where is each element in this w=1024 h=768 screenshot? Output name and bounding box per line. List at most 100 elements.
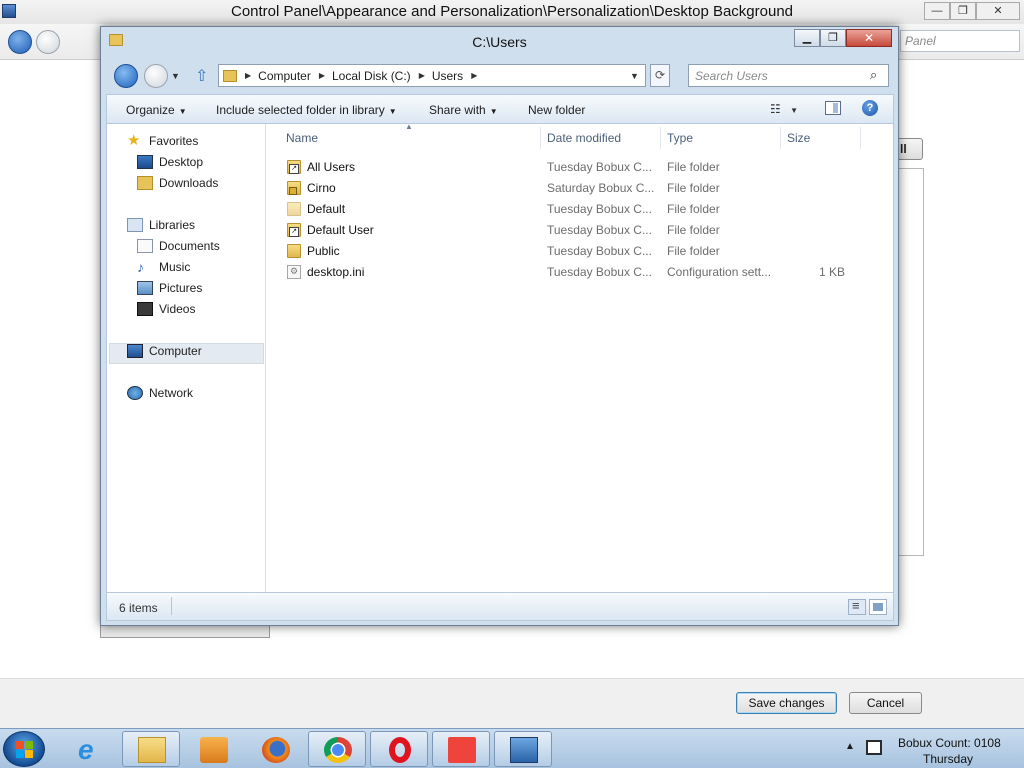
column-divider[interactable] [540,127,541,149]
breadcrumb-separator-icon[interactable]: ▶ [419,71,425,80]
taskbar-firefox[interactable] [246,731,304,767]
change-view-icon[interactable]: ☷ ▼ [770,102,798,116]
organize-button[interactable]: Organize ▼ [126,103,187,117]
explorer-window: C:\Users ▁ ❐ ✕ ▼ ⇧ ▶ Computer ▶ Local Di… [100,26,899,626]
firefox-icon [262,737,290,763]
nav-videos[interactable]: Videos [137,302,195,316]
refresh-button[interactable]: ⟳ [650,64,670,87]
breadcrumb-separator-icon[interactable]: ▶ [319,71,325,80]
command-bar: Organize ▼ Include selected folder in lib… [106,94,894,124]
file-name: Default [307,202,346,216]
minimize-button[interactable]: — [924,2,950,20]
preview-pane-icon[interactable] [825,101,841,115]
file-type: File folder [667,181,720,195]
new-folder-button[interactable]: New folder [528,103,585,117]
chevron-down-icon: ▼ [178,107,187,116]
nav-desktop[interactable]: Desktop [137,155,203,169]
save-changes-button[interactable]: Save changes [736,692,837,714]
cancel-button[interactable]: Cancel [849,692,922,714]
taskbar-control-panel[interactable] [494,731,552,767]
details-view-icon[interactable] [848,598,866,615]
explorer-minimize-button[interactable]: ▁ [794,29,820,47]
close-button[interactable]: ✕ [976,2,1020,20]
nav-pictures[interactable]: Pictures [137,281,202,295]
start-button[interactable] [3,731,45,767]
nav-computer[interactable]: Computer [127,344,202,358]
file-type: File folder [667,223,720,237]
column-header-size[interactable]: Size [787,131,810,145]
recent-pages-chevron-icon[interactable]: ▼ [171,71,180,81]
nav-libraries-label: Libraries [149,218,196,232]
back-button[interactable] [8,30,32,54]
search-icon[interactable]: ⌕ [870,67,877,83]
show-hidden-icons-icon[interactable]: ▲ [845,741,855,752]
clock-line-2[interactable]: Thursday [923,752,973,766]
maximize-button[interactable]: ❐ [950,2,976,20]
up-arrow-icon[interactable]: ⇧ [195,66,208,86]
breadcrumb-local-disk[interactable]: Local Disk (C:) [332,69,411,83]
network-status-icon[interactable] [866,740,882,755]
clock-line-1[interactable]: Bobux Count: 0108 [898,736,1001,750]
computer-icon [127,344,143,358]
nav-music[interactable]: ♪ Music [137,260,190,274]
breadcrumb-computer[interactable]: Computer [258,69,311,83]
nav-libraries[interactable]: Libraries [127,218,195,232]
forward-button[interactable] [36,30,60,54]
file-type: File folder [667,244,720,258]
music-icon: ♪ [137,259,144,275]
folder-icon [223,69,237,82]
navigation-pane: ★ Favorites Desktop Downloads Libraries … [107,124,266,592]
file-name: desktop.ini [307,265,365,279]
explorer-close-button[interactable]: ✕ [846,29,892,47]
select-all-button[interactable]: ll [897,138,923,160]
large-icons-view-icon[interactable] [869,599,887,615]
column-divider[interactable] [780,127,781,149]
nav-downloads[interactable]: Downloads [137,176,218,190]
help-icon[interactable]: ? [862,100,878,116]
column-header-type[interactable]: Type [667,131,693,145]
file-type: File folder [667,202,720,216]
settings-file-icon [287,265,301,279]
search-input[interactable]: Search Users [688,64,889,87]
explorer-forward-button[interactable] [144,64,168,88]
table-row[interactable]: Default Tuesday Bobux C... File folder [267,199,867,220]
nav-network[interactable]: Network [127,386,193,400]
address-dropdown-icon[interactable]: ▼ [630,71,639,81]
taskbar-anydesk[interactable] [432,731,490,767]
system-tray: ▲ Bobux Count: 0108 Thursday [840,731,1024,767]
breadcrumb-separator-icon[interactable]: ▶ [471,71,477,80]
breadcrumb-separator-icon[interactable]: ▶ [245,71,251,80]
table-row[interactable]: desktop.ini Tuesday Bobux C... Configura… [267,262,867,283]
taskbar-opera[interactable] [370,731,428,767]
star-icon: ★ [127,132,141,149]
taskbar-windows-explorer[interactable] [122,731,180,767]
taskbar-media-player[interactable] [184,731,242,767]
share-with-button[interactable]: Share with ▼ [429,103,498,117]
column-divider[interactable] [860,127,861,149]
column-header-date[interactable]: Date modified [547,131,621,145]
breadcrumb-users[interactable]: Users [432,69,463,83]
column-header-name[interactable]: Name [286,131,318,145]
control-panel-search-input[interactable]: Panel [900,30,1020,52]
item-count: 6 items [119,601,158,615]
table-row[interactable]: Public Tuesday Bobux C... File folder [267,241,867,262]
explorer-title: C:\Users [472,34,527,50]
taskbar-internet-explorer[interactable]: e [62,731,120,767]
address-bar[interactable]: ▶ Computer ▶ Local Disk (C:) ▶ Users ▶ [218,64,646,87]
taskbar-chrome[interactable] [308,731,366,767]
explorer-back-button[interactable] [114,64,138,88]
explorer-maximize-button[interactable]: ❐ [820,29,846,47]
share-label: Share with [429,103,486,117]
file-date: Tuesday Bobux C... [547,160,652,174]
status-bar: 6 items [106,593,894,621]
nav-pictures-label: Pictures [159,281,203,295]
taskbar: e ▲ Bobux Count: 0108 Thursday [0,728,1024,768]
table-row[interactable]: All Users Tuesday Bobux C... File folder [267,157,867,178]
include-in-library-button[interactable]: Include selected folder in library ▼ [216,103,397,117]
table-row[interactable]: Default User Tuesday Bobux C... File fol… [267,220,867,241]
nav-documents[interactable]: Documents [137,239,220,253]
nav-favorites[interactable]: ★ Favorites [127,132,198,149]
column-divider[interactable] [660,127,661,149]
chevron-down-icon: ▼ [388,107,397,116]
table-row[interactable]: Cirno Saturday Bobux C... File folder [267,178,867,199]
